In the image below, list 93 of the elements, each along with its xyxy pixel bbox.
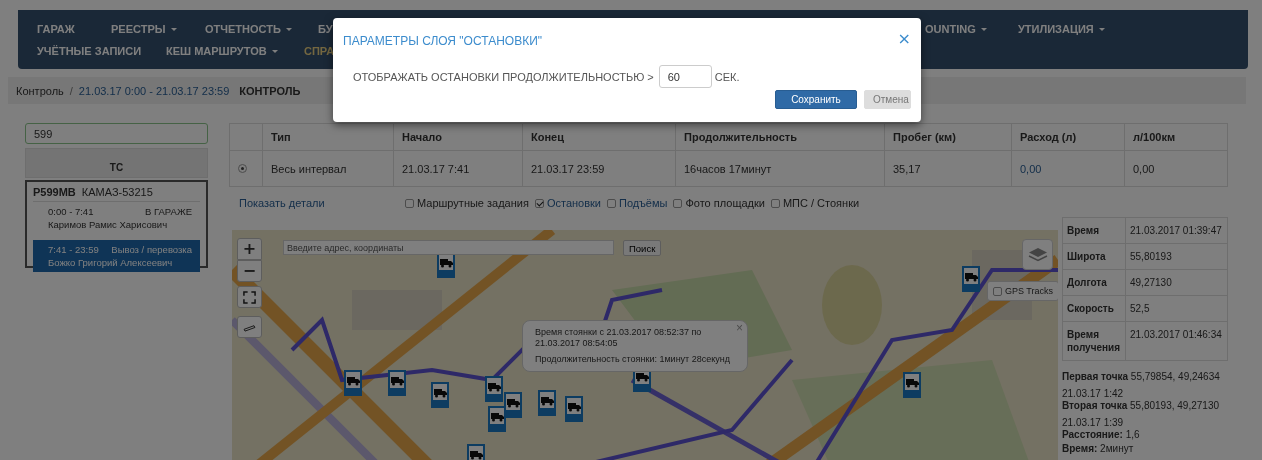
popup-text: Продолжительность стоянки: 1минут 28секунд [535,354,732,365]
summary-line: Первая точка 55,79854, 49,24634 [1062,371,1221,383]
search-button[interactable]: Поиск [623,240,662,256]
table-cell: 35,17 [884,150,1012,187]
info-label: Долгота [1062,269,1126,296]
table-cell: Весь интервал [262,150,394,187]
checkbox[interactable] [534,198,544,208]
nav-menu-item[interactable]: КЕШ МАРШРУТОВ [166,45,267,57]
close-button[interactable]: × [897,31,911,47]
dialog-title: ПАРАМЕТРЫ СЛОЯ "ОСТАНОВКИ" [343,34,542,48]
show-details-link[interactable]: Показать детали [239,197,405,209]
column-header: Расход (л) [1011,123,1125,151]
nav-menu-item[interactable]: ГАРАЖ [37,23,75,35]
truck-marker-icon[interactable] [903,372,921,398]
truck-marker-icon[interactable] [431,382,449,408]
vehicle-model: КАМАЗ-53215 [81,186,153,198]
summary-line: 21.03.17 1:39 [1062,417,1125,429]
fullscreen-button[interactable] [237,286,262,308]
duration-field[interactable]: 60 [658,65,712,88]
truck-marker-icon[interactable] [565,396,583,422]
info-value: 21.03.2017 01:39:47 [1125,217,1228,244]
column-header: л/100км [1124,123,1228,151]
nav-menu-item[interactable]: ОТЧЕТНОСТЬ [205,23,281,35]
summary-line: Расстояние: 1,6 [1062,429,1141,441]
checkbox[interactable] [607,198,616,208]
list-header: ТС [25,148,208,178]
info-label: Время получения [1062,321,1126,361]
vehicle-plate: Р599МВ [33,186,76,198]
table-cell: 16часов 17минут [675,150,885,187]
save-button[interactable]: Сохранить [775,90,857,109]
zoom-in-button[interactable]: + [237,238,262,260]
info-value: 55,80193 [1125,243,1228,270]
layer-label: МПС / Стоянки [782,197,860,209]
info-label: Время [1062,217,1126,244]
layers-button[interactable] [1022,239,1053,270]
checkbox[interactable] [993,286,1002,296]
checkbox[interactable] [673,198,683,208]
truck-marker-icon[interactable] [344,370,362,396]
vehicle-search-field[interactable]: 599 [25,123,208,144]
summary-line: 21.03.17 1:42 [1062,388,1125,400]
field-label: ОТОБРАЖАТЬ ОСТАНОВКИ ПРОДОЛЖИТЕЛЬНОСТЬЮ > [353,70,654,83]
info-label: Широта [1062,243,1126,270]
info-value: 52,5 [1125,295,1228,322]
zoom-out-button[interactable]: − [237,260,262,282]
layer-link[interactable]: Остановки [546,197,601,209]
info-value: 49,27130 [1125,269,1228,296]
unit-label: СЕК. [714,70,740,83]
truck-marker-icon[interactable] [504,392,522,418]
gps-tracks-label: GPS Tracks [1005,286,1053,296]
cell-link[interactable]: 0,00 [1011,150,1125,187]
info-value: 21.03.2017 01:46:34 [1125,321,1228,361]
checkbox[interactable] [405,198,414,208]
popup-text: Время стоянки с 21.03.2017 08:52:37 по 21.03.2017 08:54:05 [535,327,703,349]
breadcrumb-separator: / [69,84,73,97]
layer-label: Фото площадки [685,197,765,209]
fullscreen-icon [243,290,256,304]
layers-icon [1027,245,1048,264]
info-label: Скорость [1062,295,1126,322]
layer-label: Маршрутные задания [417,197,529,209]
cancel-button[interactable]: Отмена [864,90,911,109]
column-header: Пробег (км) [884,123,1012,151]
layer-link[interactable]: Подъёмы [619,197,668,209]
nav-menu-item[interactable]: СПРА [304,45,335,57]
breadcrumb-link[interactable]: 21.03.17 0:00 - 21.03.17 23:59 [78,84,230,97]
breadcrumb-current: КОНТРОЛЬ [239,84,301,97]
column-header: Конец [522,123,676,151]
truck-marker-icon[interactable] [538,390,556,416]
table-cell: 21.03.17 7:41 [393,150,523,187]
column-header: Тип [262,123,394,151]
summary-line: Время: 2минут [1062,443,1135,455]
nav-menu-item[interactable]: БУ [318,23,333,35]
breadcrumb-link[interactable]: Контроль [16,84,64,97]
trip-item[interactable]: 0:00 - 7:41 В ГАРАЖЕ Каримов Рамис Харисович [33,202,200,234]
nav-menu-item[interactable]: РЕЕСТРЫ [111,23,166,35]
nav-menu-item[interactable]: OUNTING [925,23,976,35]
ruler-button[interactable] [237,316,262,338]
truck-marker-icon[interactable] [962,266,980,292]
close-button[interactable]: × [736,322,743,334]
ruler-icon [243,322,256,332]
table-cell: 21.03.17 23:59 [522,150,676,187]
address-search-field[interactable]: Введите адрес, координаты [283,240,614,255]
column-header: Продолжительность [675,123,885,151]
truck-marker-icon[interactable] [388,370,406,396]
trip-item[interactable]: 7:41 - 23:59 Вывоз / перевозка Божко Григорий Алексеевич [33,240,200,272]
summary-line: Вторая точка 55,80193, 49,27130 [1062,400,1220,412]
truck-marker-icon[interactable] [488,406,506,432]
checkbox[interactable] [770,198,780,208]
nav-menu-item[interactable]: УЧЁТНЫЕ ЗАПИСИ [37,45,142,57]
table-cell: 0,00 [1124,150,1228,187]
radio-button[interactable] [238,163,247,173]
nav-menu-item[interactable]: УТИЛИЗАЦИЯ [1018,23,1094,35]
column-header: Начало [393,123,523,151]
truck-marker-icon[interactable] [485,376,503,402]
